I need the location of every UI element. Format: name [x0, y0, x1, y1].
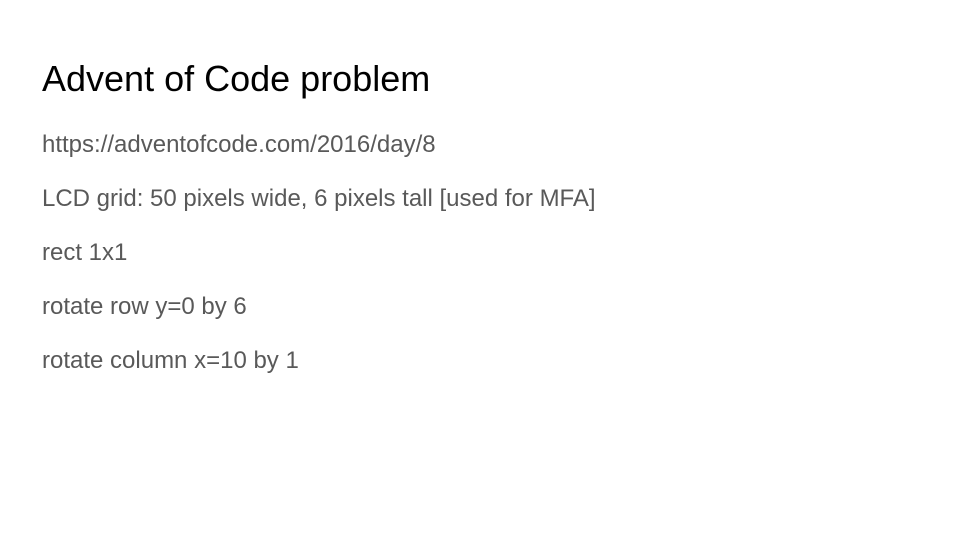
body-line-rotate-row: rotate row y=0 by 6	[42, 293, 247, 320]
slide: Advent of Code problem https://adventofc…	[0, 0, 960, 540]
slide-title: Advent of Code problem	[42, 58, 431, 99]
body-line-url: https://adventofcode.com/2016/day/8	[42, 131, 436, 158]
body-line-rotate-column: rotate column x=10 by 1	[42, 347, 299, 374]
slide-body: https://adventofcode.com/2016/day/8 LCD …	[42, 130, 596, 400]
body-line-lcd-grid: LCD grid: 50 pixels wide, 6 pixels tall …	[42, 185, 596, 212]
body-line-rect: rect 1x1	[42, 239, 128, 266]
